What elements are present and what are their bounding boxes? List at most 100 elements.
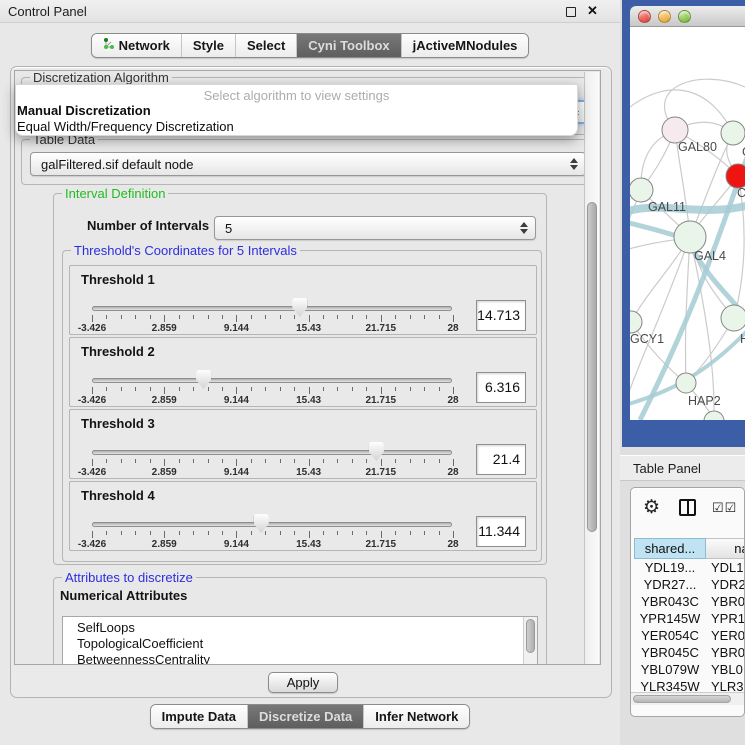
close-traffic-light-icon[interactable] [638, 10, 651, 23]
threshold-label: Threshold 1 [81, 272, 155, 287]
attribute-list-item[interactable]: TopologicalCoefficient [77, 636, 537, 652]
network-node[interactable] [726, 164, 745, 188]
table-cell: YBR043C [634, 594, 706, 611]
table-row[interactable]: YBL079WYBL0 [634, 662, 745, 679]
tick-label: 28 [447, 323, 458, 334]
cyni-mode-tabs: Impute Data Discretize Data Infer Networ… [0, 704, 620, 729]
threshold-value-field[interactable]: 21.4 [476, 444, 526, 475]
slider-tick-labels: -3.4262.8599.14415.4321.71528 [92, 539, 453, 551]
table-data-combobox[interactable]: galFiltered.sif default node [30, 152, 586, 176]
tick-label: 2.859 [152, 539, 177, 550]
interval-definition-group: Interval Definition Number of Intervals … [53, 193, 547, 565]
network-node[interactable] [630, 178, 653, 202]
table-panel: ⚙ ☑☑ shared... na YDL19...YDL1YDR27...YD… [630, 487, 745, 717]
float-window-icon[interactable] [566, 7, 576, 17]
column-header-shared-name[interactable]: shared... [634, 538, 706, 559]
tick-label: 21.715 [366, 395, 397, 406]
table-row[interactable]: YER054CYER0 [634, 628, 745, 645]
table-row[interactable]: YBR043CYBR0 [634, 594, 745, 611]
threshold-value-field[interactable]: 11.344 [476, 516, 526, 547]
network-node[interactable] [721, 121, 745, 145]
tab-select[interactable]: Select [235, 34, 296, 57]
tick-label: -3.426 [78, 395, 106, 406]
table-row[interactable]: YDL19...YDL1 [634, 560, 745, 577]
combo-stepper-icon [520, 222, 528, 234]
thresholds-group-title: Threshold's Coordinates for 5 Intervals [71, 243, 300, 258]
table-data-value: galFiltered.sif default node [41, 157, 193, 172]
number-of-intervals-combobox[interactable]: 5 [214, 216, 536, 240]
thresholds-group: Threshold's Coordinates for 5 Intervals … [62, 250, 542, 562]
tab-style[interactable]: Style [181, 34, 235, 57]
network-node[interactable] [630, 311, 642, 333]
tab-jactivemnodules[interactable]: jActiveMNodules [401, 34, 529, 57]
network-icon [103, 38, 115, 53]
close-icon[interactable]: ✕ [587, 3, 598, 19]
table-cell: YDL19... [634, 560, 706, 577]
network-node-label: H [740, 332, 745, 346]
algorithm-option-manual[interactable]: Manual Discretization [16, 103, 577, 119]
network-node-label: C [737, 186, 745, 200]
columns-icon[interactable] [679, 499, 696, 516]
cyni-toolbox-panel: Discretization Algorithm Table Data galF… [10, 66, 612, 698]
settings-viewport: Discretization Algorithm Table Data galF… [14, 70, 601, 665]
slider-tick-labels: -3.4262.8599.14415.4321.71528 [92, 395, 453, 407]
tick-label: 9.144 [224, 395, 249, 406]
attribute-list-item[interactable]: SelfLoops [77, 620, 537, 636]
control-panel: Control Panel ✕ Network Style Select Cyn… [0, 0, 620, 745]
network-node-label: GAL11 [648, 200, 686, 214]
tick-label: 15.43 [296, 539, 321, 550]
control-panel-titlebar: Control Panel ✕ [0, 0, 620, 23]
threshold-row: Threshold 4 -3.4262.8599.14415.4321.7152… [69, 481, 537, 551]
tab-infer-network[interactable]: Infer Network [363, 705, 469, 728]
tick-label: 15.43 [296, 395, 321, 406]
slider-ticks [92, 459, 453, 467]
combo-stepper-icon [570, 158, 578, 170]
gear-icon[interactable]: ⚙ [643, 496, 660, 519]
panel-scrollbar[interactable] [584, 72, 599, 665]
tab-network[interactable]: Network [92, 34, 181, 57]
threshold-value-field[interactable]: 14.713 [476, 300, 526, 331]
algorithm-hint-option[interactable]: Select algorithm to view settings [16, 85, 577, 103]
table-row[interactable]: YPR145WYPR1 [634, 611, 745, 628]
slider-tick-labels: -3.4262.8599.14415.4321.71528 [92, 323, 453, 335]
table-cell: YDR2 [706, 577, 745, 594]
network-node[interactable] [721, 305, 745, 331]
slider-track[interactable] [92, 306, 452, 311]
numerical-attributes-list[interactable]: SelfLoopsTopologicalCoefficientBetweenne… [62, 616, 538, 665]
threshold-value-field[interactable]: 6.316 [476, 372, 526, 403]
network-node[interactable] [676, 373, 696, 393]
slider-track[interactable] [92, 450, 452, 455]
table-row[interactable]: YDR27...YDR2 [634, 577, 745, 594]
threshold-row: Threshold 2 -3.4262.8599.14415.4321.7152… [69, 337, 537, 407]
table-toolbar: ⚙ ☑☑ [631, 488, 744, 532]
table-horizontal-scrollbar[interactable] [631, 692, 745, 705]
panel-title: Control Panel [8, 4, 87, 19]
tab-cyni-toolbox[interactable]: Cyni Toolbox [296, 34, 400, 57]
column-header-name[interactable]: na [706, 538, 745, 559]
control-panel-tabs: Network Style Select Cyni Toolbox jActiv… [0, 33, 620, 58]
tab-impute-data[interactable]: Impute Data [151, 705, 247, 728]
checkboxes-icon[interactable]: ☑☑ [712, 500, 737, 516]
slider-track[interactable] [92, 522, 452, 527]
tick-label: 2.859 [152, 395, 177, 406]
algorithm-option-equal-width[interactable]: Equal Width/Frequency Discretization [16, 119, 577, 135]
scrollbar-thumb[interactable] [587, 202, 597, 532]
network-node[interactable] [704, 411, 724, 420]
table-row[interactable]: YBR045CYBR0 [634, 645, 745, 662]
network-node-label: HAP2 [688, 394, 721, 408]
list-scrollbar[interactable] [523, 617, 537, 665]
scrollbar-thumb[interactable] [633, 695, 731, 703]
discretization-algorithm-title: Discretization Algorithm [30, 70, 172, 85]
network-canvas[interactable]: GAL80GAGAL11CGAL4GCY1HHAP2 [630, 27, 745, 420]
right-region: GAL80GAGAL11CGAL4GCY1HHAP2 Table Panel ⚙… [620, 0, 745, 745]
slider-track[interactable] [92, 378, 452, 383]
minimize-traffic-light-icon[interactable] [658, 10, 671, 23]
zoom-traffic-light-icon[interactable] [678, 10, 691, 23]
slider-ticks [92, 531, 453, 539]
apply-button[interactable]: Apply [268, 672, 338, 693]
tab-discretize-data[interactable]: Discretize Data [247, 705, 363, 728]
tick-label: 9.144 [224, 467, 249, 478]
attribute-list-item[interactable]: BetweennessCentrality [77, 652, 537, 665]
threshold-row: Threshold 1 -3.4262.8599.14415.4321.7152… [69, 265, 537, 335]
attributes-group-title: Attributes to discretize [62, 570, 196, 585]
